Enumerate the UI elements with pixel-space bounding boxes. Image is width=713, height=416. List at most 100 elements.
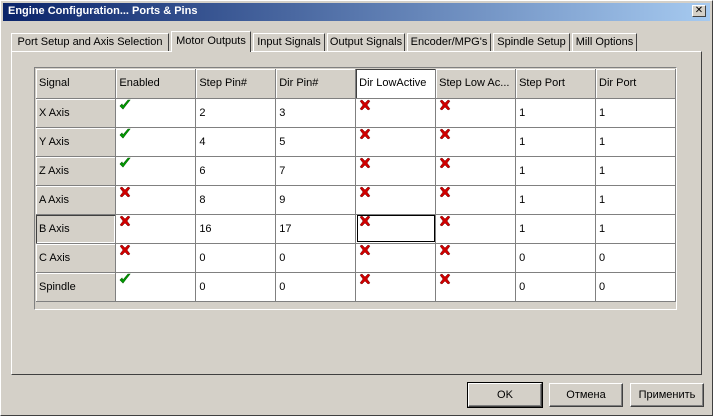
tab-mill-options[interactable]: Mill Options xyxy=(572,33,637,51)
cross-icon xyxy=(359,128,371,140)
cell-step-low-active[interactable] xyxy=(435,214,517,244)
cell-enabled[interactable] xyxy=(115,243,197,273)
cross-icon xyxy=(359,99,371,111)
table-row[interactable]: A Axis 8 9 1 1 xyxy=(36,185,676,215)
row-header-signal[interactable]: Spindle xyxy=(36,272,117,302)
cell-dir-pin[interactable]: 7 xyxy=(275,156,357,186)
cell-enabled[interactable] xyxy=(115,185,197,215)
column-header-enabled[interactable]: Enabled xyxy=(115,69,197,99)
cell-step-port[interactable]: 1 xyxy=(515,214,597,244)
tab-spindle-setup[interactable]: Spindle Setup xyxy=(493,33,570,51)
cross-icon xyxy=(439,186,451,198)
column-header-dir-low-active[interactable]: Dir LowActive xyxy=(355,69,437,99)
cell-dir-port[interactable]: 1 xyxy=(595,98,676,128)
tab-motor-outputs[interactable]: Motor Outputs xyxy=(171,31,251,52)
table-row[interactable]: Y Axis 4 5 1 1 xyxy=(36,127,676,157)
ok-button[interactable]: OK xyxy=(467,382,543,408)
tab-label: Spindle Setup xyxy=(497,36,566,48)
cell-dir-pin[interactable]: 3 xyxy=(275,98,357,128)
cell-dir-pin[interactable]: 9 xyxy=(275,185,357,215)
row-header-signal[interactable]: X Axis xyxy=(36,98,117,128)
cell-step-port[interactable]: 1 xyxy=(515,185,597,215)
close-button[interactable]: ✕ xyxy=(692,5,706,17)
cell-step-low-active[interactable] xyxy=(435,185,517,215)
cell-step-low-active[interactable] xyxy=(435,98,517,128)
cell-dir-port[interactable]: 1 xyxy=(595,156,676,186)
cell-enabled[interactable] xyxy=(115,98,197,128)
row-header-signal[interactable]: Y Axis xyxy=(36,127,117,157)
apply-button[interactable]: Применить xyxy=(630,383,704,407)
cell-step-pin[interactable]: 6 xyxy=(195,156,277,186)
column-header-signal[interactable]: Signal xyxy=(36,69,117,99)
cell-step-port[interactable]: 1 xyxy=(515,98,597,128)
cell-dir-port[interactable]: 1 xyxy=(595,185,676,215)
table-row[interactable]: Z Axis 6 7 1 1 xyxy=(36,156,676,186)
cross-icon xyxy=(439,128,451,140)
grid-body: X Axis 2 3 1 1 Y Axis 4 5 1 1 Z Axis 6 7 1 1 A Axis 8 9 1 1… xyxy=(36,98,676,302)
cell-step-pin[interactable]: 2 xyxy=(195,98,277,128)
cell-step-pin[interactable]: 8 xyxy=(195,185,277,215)
cell-dir-low-active[interactable] xyxy=(355,98,437,128)
cross-icon xyxy=(119,186,131,198)
checkmark-icon xyxy=(119,99,132,111)
cell-enabled[interactable] xyxy=(115,156,197,186)
table-row[interactable]: C Axis 0 0 0 0 xyxy=(36,243,676,273)
cell-step-port[interactable]: 0 xyxy=(515,243,597,273)
column-header-step-pin[interactable]: Step Pin# xyxy=(195,69,277,99)
cell-dir-pin[interactable]: 5 xyxy=(275,127,357,157)
row-header-signal[interactable]: C Axis xyxy=(36,243,117,273)
cell-step-low-active[interactable] xyxy=(435,127,517,157)
tab-port-setup[interactable]: Port Setup and Axis Selection xyxy=(11,33,169,51)
cell-step-port[interactable]: 1 xyxy=(515,127,597,157)
table-row[interactable]: B Axis 16 17 1 1 xyxy=(36,214,676,244)
cell-dir-pin[interactable]: 17 xyxy=(275,214,357,244)
cell-dir-port[interactable]: 1 xyxy=(595,127,676,157)
cell-dir-low-active[interactable] xyxy=(355,272,437,302)
tab-label: Port Setup and Axis Selection xyxy=(17,36,163,48)
column-header-dir-port[interactable]: Dir Port xyxy=(595,69,676,99)
cell-step-low-active[interactable] xyxy=(435,156,517,186)
cell-step-pin[interactable]: 0 xyxy=(195,272,277,302)
cell-step-port[interactable]: 1 xyxy=(515,156,597,186)
cell-step-low-active[interactable] xyxy=(435,243,517,273)
cell-dir-low-active[interactable] xyxy=(355,127,437,157)
cross-icon xyxy=(359,244,371,256)
row-header-signal[interactable]: A Axis xyxy=(36,185,117,215)
table-row[interactable]: Spindle 0 0 0 0 xyxy=(36,272,676,302)
cell-dir-low-active[interactable] xyxy=(355,156,437,186)
tab-input-signals[interactable]: Input Signals xyxy=(253,33,325,51)
cell-dir-port[interactable]: 0 xyxy=(595,243,676,273)
tab-encoder-mpg[interactable]: Encoder/MPG's xyxy=(407,33,491,51)
cell-step-pin[interactable]: 16 xyxy=(195,214,277,244)
tab-output-signals[interactable]: Output Signals xyxy=(327,33,405,51)
cell-dir-pin[interactable]: 0 xyxy=(275,243,357,273)
cell-dir-low-active[interactable] xyxy=(355,185,437,215)
tab-label: Encoder/MPG's xyxy=(410,36,488,48)
motor-outputs-grid[interactable]: Signal Enabled Step Pin# Dir Pin# Dir Lo… xyxy=(34,67,677,310)
cell-step-port[interactable]: 0 xyxy=(515,272,597,302)
cell-dir-port[interactable]: 0 xyxy=(595,272,676,302)
cross-icon xyxy=(359,157,371,169)
cell-dir-low-active[interactable] xyxy=(355,214,437,244)
cancel-button[interactable]: Отмена xyxy=(549,383,623,407)
table-row[interactable]: X Axis 2 3 1 1 xyxy=(36,98,676,128)
cell-enabled[interactable] xyxy=(115,127,197,157)
cell-dir-pin[interactable]: 0 xyxy=(275,272,357,302)
grid-table: Signal Enabled Step Pin# Dir Pin# Dir Lo… xyxy=(36,69,676,302)
column-header-step-low-active[interactable]: Step Low Ac... xyxy=(435,69,517,99)
cell-step-low-active[interactable] xyxy=(435,272,517,302)
cell-enabled[interactable] xyxy=(115,214,197,244)
cell-step-pin[interactable]: 4 xyxy=(195,127,277,157)
cell-dir-port[interactable]: 1 xyxy=(595,214,676,244)
cell-dir-low-active[interactable] xyxy=(355,243,437,273)
row-header-signal[interactable]: B Axis xyxy=(36,214,117,244)
row-header-signal[interactable]: Z Axis xyxy=(36,156,117,186)
checkmark-icon xyxy=(119,157,132,169)
checkmark-icon xyxy=(119,273,132,285)
checkmark-icon xyxy=(119,128,132,140)
cell-enabled[interactable] xyxy=(115,272,197,302)
column-header-dir-pin[interactable]: Dir Pin# xyxy=(275,69,357,99)
column-header-step-port[interactable]: Step Port xyxy=(515,69,597,99)
cell-step-pin[interactable]: 0 xyxy=(195,243,277,273)
title-bar[interactable]: Engine Configuration... Ports & Pins ✕ xyxy=(3,3,710,21)
